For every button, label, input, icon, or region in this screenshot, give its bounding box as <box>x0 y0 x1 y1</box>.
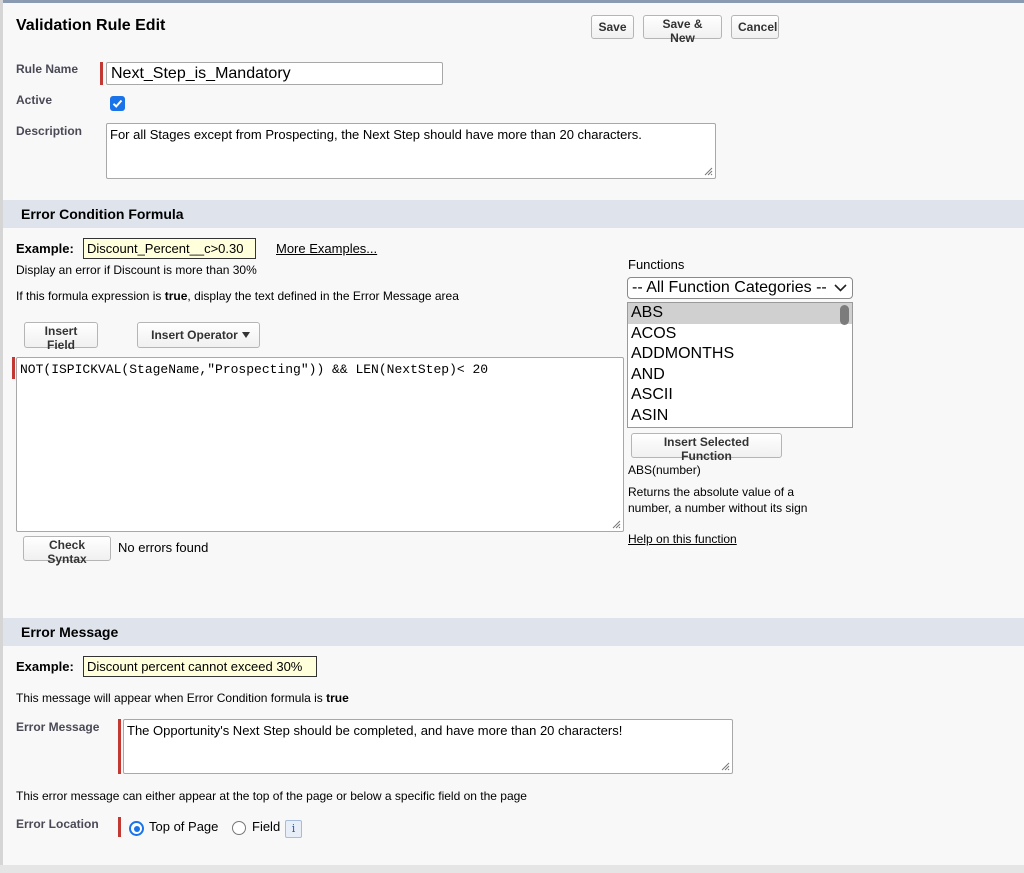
function-item[interactable]: AND <box>628 365 852 386</box>
appear-bold: true <box>326 691 349 705</box>
message-section-title: Error Message <box>21 624 119 640</box>
formula-instruction: If this formula expression is true, disp… <box>16 289 459 303</box>
more-examples-link[interactable]: More Examples... <box>276 241 377 256</box>
left-border <box>0 0 3 873</box>
top-border <box>0 0 1024 3</box>
save-button[interactable]: Save <box>591 15 634 39</box>
radio-field[interactable] <box>232 821 246 835</box>
message-example-box: Discount percent cannot exceed 30% <box>83 656 317 677</box>
insert-operator-button[interactable]: Insert Operator <box>137 322 260 348</box>
rule-name-label: Rule Name <box>16 62 79 76</box>
formula-example-label: Example: <box>16 241 74 256</box>
formula-section-header: Error Condition Formula <box>3 200 1024 228</box>
listbox-scrollbar[interactable] <box>840 305 849 325</box>
required-indicator <box>118 817 121 837</box>
formula-example-description: Display an error if Discount is more tha… <box>16 263 257 277</box>
message-appear-note: This message will appear when Error Cond… <box>16 691 349 705</box>
instruction-bold: true <box>164 289 188 303</box>
active-label: Active <box>16 93 53 107</box>
functions-label: Functions <box>628 257 685 272</box>
function-help-link[interactable]: Help on this function <box>628 532 737 546</box>
description-text: For all Stages except from Prospecting, … <box>110 127 642 142</box>
formula-editor[interactable]: NOT(ISPICKVAL(StageName,"Prospecting")) … <box>16 357 624 532</box>
active-checkbox[interactable] <box>110 96 125 111</box>
insert-operator-label: Insert Operator <box>151 328 238 342</box>
function-item[interactable]: ASIN <box>628 406 852 427</box>
function-category-value: -- All Function Categories -- <box>632 279 827 296</box>
cancel-button[interactable]: Cancel <box>731 15 779 39</box>
functions-listbox[interactable]: ABS ACOS ADDMONTHS AND ASCII ASIN <box>627 302 853 428</box>
page-title: Validation Rule Edit <box>16 17 166 34</box>
formula-section-title: Error Condition Formula <box>21 206 184 222</box>
save-and-new-button[interactable]: Save & New <box>643 15 722 45</box>
error-message-textarea[interactable]: The Opportunity's Next Step should be co… <box>123 719 733 774</box>
function-item[interactable]: ASCII <box>628 385 852 406</box>
function-signature: ABS(number) <box>628 463 701 477</box>
rule-name-input[interactable] <box>106 62 443 85</box>
insert-selected-function-button[interactable]: Insert Selected Function <box>631 433 782 463</box>
function-item[interactable]: ACOS <box>628 324 852 345</box>
insert-field-button[interactable]: Insert Field <box>24 322 98 352</box>
function-item[interactable]: ABS <box>628 303 852 324</box>
message-example-label: Example: <box>16 659 74 674</box>
bottom-border <box>0 865 1024 873</box>
resize-grip-icon[interactable] <box>611 519 621 529</box>
error-message-label: Error Message <box>16 720 100 734</box>
formula-text: NOT(ISPICKVAL(StageName,"Prospecting")) … <box>20 362 489 377</box>
instruction-suffix: , display the text defined in the Error … <box>187 289 459 303</box>
radio-top-of-page[interactable] <box>129 821 144 836</box>
check-syntax-button[interactable]: Check Syntax <box>23 536 111 566</box>
formula-example-box: Discount_Percent__c>0.30 <box>83 238 256 259</box>
instruction-prefix: If this formula expression is <box>16 289 165 303</box>
description-textarea[interactable]: For all Stages except from Prospecting, … <box>106 123 716 179</box>
required-indicator <box>100 62 103 85</box>
radio-top-of-page-label[interactable]: Top of Page <box>149 819 218 834</box>
info-icon[interactable]: i <box>285 820 302 838</box>
appear-prefix: This message will appear when Error Cond… <box>16 691 327 705</box>
function-category-select[interactable]: -- All Function Categories -- <box>627 277 853 299</box>
function-description: Returns the absolute value of a number, … <box>628 485 808 515</box>
radio-field-label[interactable]: Field <box>252 819 280 834</box>
chevron-down-icon <box>834 284 847 292</box>
description-label: Description <box>16 124 83 138</box>
required-indicator <box>12 357 15 379</box>
message-section-header: Error Message <box>3 618 1024 646</box>
error-message-text: The Opportunity's Next Step should be co… <box>127 723 623 738</box>
checkmark-icon <box>112 99 123 108</box>
dropdown-triangle-icon <box>242 332 250 338</box>
error-location-label: Error Location <box>16 817 99 831</box>
error-location-note: This error message can either appear at … <box>16 789 527 803</box>
radio-selected-dot <box>133 825 140 832</box>
function-item[interactable]: ADDMONTHS <box>628 344 852 365</box>
resize-grip-icon[interactable] <box>720 761 730 771</box>
resize-grip-icon[interactable] <box>703 166 713 176</box>
syntax-status: No errors found <box>118 540 209 555</box>
required-indicator <box>118 719 121 774</box>
